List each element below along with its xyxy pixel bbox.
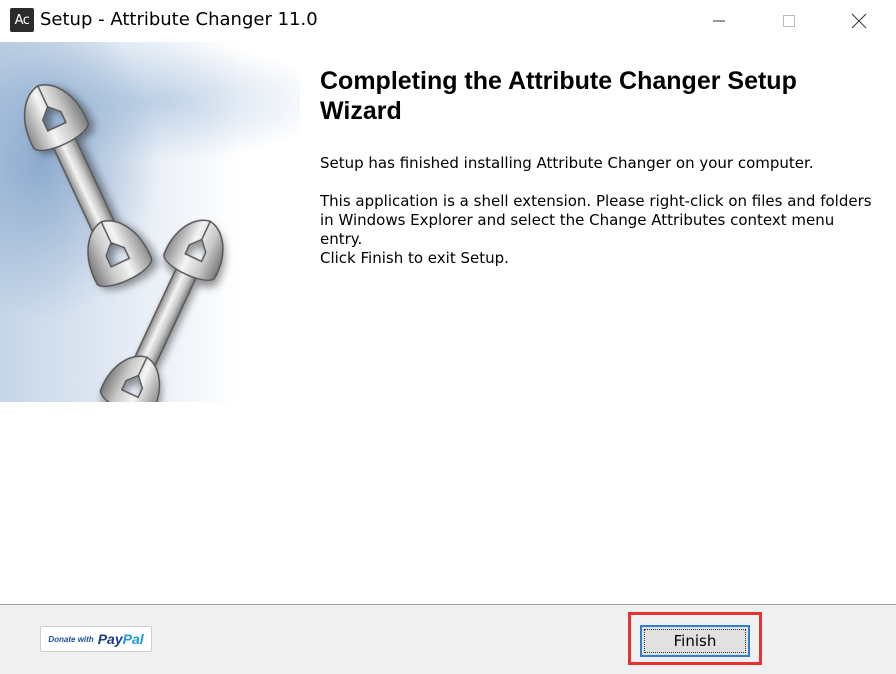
wizard-banner (0, 42, 300, 604)
title-bar: Ac Setup - Attribute Changer 11.0 (0, 0, 896, 42)
paypal-logo: PayPal (98, 631, 144, 647)
wizard-page: Completing the Attribute Changer Setup W… (0, 42, 896, 604)
close-button[interactable] (836, 0, 882, 42)
app-icon: Ac (10, 8, 34, 32)
minimize-button[interactable] (696, 0, 742, 42)
finish-button[interactable]: Finish (640, 625, 750, 657)
exit-instruction: Click Finish to exit Setup. (320, 249, 509, 267)
paypal-donate-label: Donate with (48, 634, 94, 644)
minimize-icon (713, 20, 725, 22)
finished-message: Setup has finished installing Attribute … (320, 154, 814, 172)
maximize-button[interactable] (766, 0, 812, 42)
wizard-footer: Donate with PayPal Finish (0, 605, 896, 674)
maximize-icon (783, 15, 795, 27)
shell-extension-message: This application is a shell extension. P… (320, 192, 872, 248)
paypal-pay-text: Pay (97, 631, 123, 647)
window-title: Setup - Attribute Changer 11.0 (40, 9, 318, 30)
wizard-title: Completing the Attribute Changer Setup W… (320, 67, 797, 125)
paypal-pal-text: Pal (122, 631, 144, 647)
paypal-donate-button[interactable]: Donate with PayPal (40, 626, 152, 652)
close-icon (851, 13, 867, 29)
wrenches-icon (23, 84, 224, 402)
